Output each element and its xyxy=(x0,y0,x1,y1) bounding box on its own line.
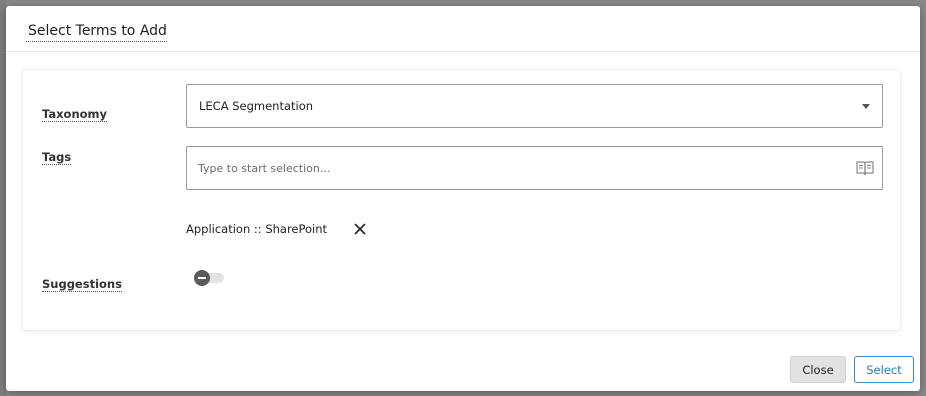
suggestions-label: Suggestions xyxy=(42,277,122,292)
minus-icon xyxy=(194,270,210,286)
select-terms-dialog: Select Terms to Add Taxonomy LECA Segmen… xyxy=(6,6,920,391)
select-button[interactable]: Select xyxy=(854,356,914,383)
selected-tag-label: Application :: SharePoint xyxy=(186,222,328,236)
dialog-header: Select Terms to Add xyxy=(6,6,920,52)
close-icon[interactable] xyxy=(353,222,367,236)
dialog-title: Select Terms to Add xyxy=(26,23,167,42)
taxonomy-select[interactable]: LECA Segmentation xyxy=(186,84,883,128)
tags-field[interactable] xyxy=(186,146,883,190)
taxonomy-label: Taxonomy xyxy=(42,107,108,122)
close-button[interactable]: Close xyxy=(790,356,846,383)
taxonomy-selected-value: LECA Segmentation xyxy=(199,99,314,113)
book-icon[interactable] xyxy=(856,160,874,176)
tags-search-input[interactable] xyxy=(198,158,838,178)
tags-label: Tags xyxy=(42,150,72,165)
suggestions-toggle[interactable] xyxy=(194,269,226,287)
caret-down-icon xyxy=(862,104,870,109)
terms-form-card: Taxonomy LECA Segmentation Tags Applicat… xyxy=(22,69,901,331)
